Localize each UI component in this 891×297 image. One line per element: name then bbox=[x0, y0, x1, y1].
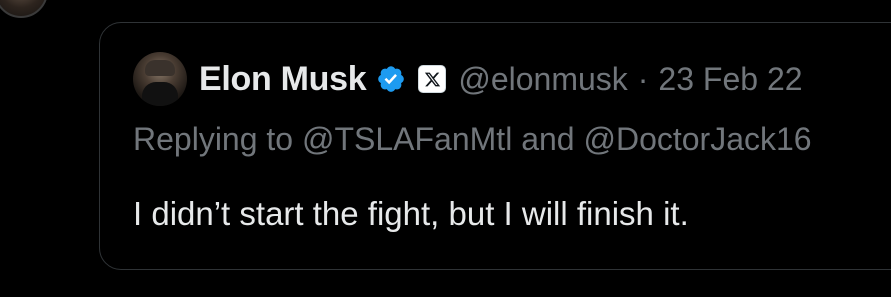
x-logo-icon[interactable] bbox=[418, 65, 447, 93]
parent-tweet-avatar[interactable] bbox=[0, 0, 48, 18]
verified-badge-icon[interactable] bbox=[376, 64, 406, 94]
tweet-body-text: I didn’t start the fight, but I will fin… bbox=[133, 195, 689, 232]
tweet-timestamp[interactable]: 23 Feb 22 bbox=[658, 61, 802, 98]
mention-link-tslafanmtl[interactable]: @TSLAFanMtl bbox=[302, 121, 512, 157]
author-avatar[interactable] bbox=[133, 52, 187, 106]
replying-to-line: Replying to @TSLAFanMtl and @DoctorJack1… bbox=[133, 121, 812, 158]
author-handle[interactable]: @elonmusk bbox=[458, 61, 627, 98]
tweet-view: Elon Musk @elonmusk · 23 Feb 22 Replying… bbox=[0, 0, 891, 297]
author-name[interactable]: Elon Musk bbox=[199, 60, 367, 99]
mention-link-doctorjack16[interactable]: @DoctorJack16 bbox=[583, 121, 811, 157]
replying-to-prefix: Replying to bbox=[133, 121, 294, 157]
quoted-tweet-card[interactable]: Elon Musk @elonmusk · 23 Feb 22 Replying… bbox=[99, 22, 891, 270]
quoted-tweet-header: Elon Musk @elonmusk · 23 Feb 22 bbox=[133, 52, 803, 106]
separator-dot: · bbox=[637, 60, 649, 97]
replying-to-conjunction: and bbox=[521, 121, 575, 157]
